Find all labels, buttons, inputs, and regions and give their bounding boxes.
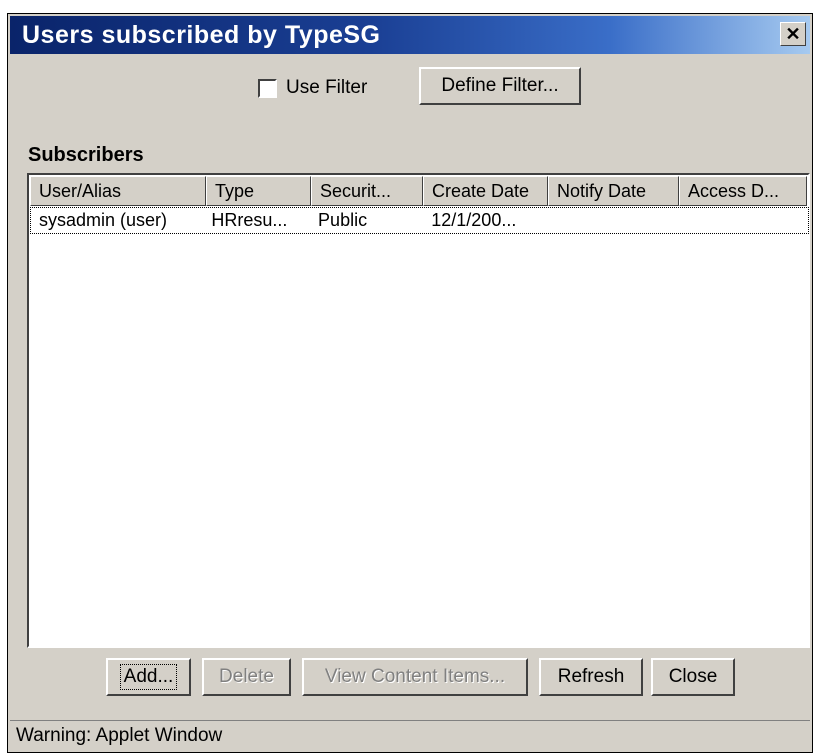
subscribers-section-label: Subscribers — [28, 144, 144, 166]
status-bar: Warning: Applet Window — [10, 720, 810, 750]
cell-user-alias: sysadmin (user) — [39, 210, 168, 230]
view-content-items-button[interactable]: View Content Items... — [302, 658, 528, 696]
define-filter-label: Define Filter... — [441, 75, 559, 96]
close-icon: ✕ — [785, 23, 801, 44]
column-header-access-date[interactable]: Access D... — [679, 176, 807, 206]
refresh-label: Refresh — [557, 666, 625, 687]
status-warning-text: Warning: Applet Window — [16, 724, 223, 746]
refresh-button[interactable]: Refresh — [539, 658, 643, 696]
define-filter-button[interactable]: Define Filter... — [419, 67, 581, 105]
cell-notify-date — [549, 208, 680, 233]
close-label: Close — [668, 666, 718, 687]
add-label: Add... — [119, 664, 178, 690]
add-button[interactable]: Add... — [106, 658, 191, 696]
applet-dialog-window: Users subscribed by TypeSG ✕ Use Filter … — [7, 13, 813, 753]
use-filter-checkbox-group[interactable]: Use Filter — [258, 77, 367, 99]
column-header-create-date[interactable]: Create Date — [423, 176, 548, 206]
cell-access-date — [680, 208, 808, 233]
cell-create-date: 12/1/200... — [431, 210, 517, 230]
title-bar[interactable]: Users subscribed by TypeSG ✕ — [10, 16, 810, 54]
cell-type: HRresu... — [211, 210, 288, 230]
column-header-type[interactable]: Type — [206, 176, 311, 206]
close-button[interactable]: Close — [651, 658, 735, 696]
use-filter-checkbox[interactable] — [258, 78, 277, 98]
delete-button[interactable]: Delete — [202, 658, 291, 696]
close-window-button[interactable]: ✕ — [780, 22, 806, 46]
column-header-security[interactable]: Securit... — [311, 176, 423, 206]
view-content-items-label: View Content Items... — [324, 666, 506, 687]
table-row[interactable]: sysadmin (user) HRresu... Public 12/1/20… — [30, 207, 809, 234]
column-header-notify-date[interactable]: Notify Date — [548, 176, 679, 206]
use-filter-label: Use Filter — [286, 77, 368, 98]
window-title: Users subscribed by TypeSG — [22, 21, 381, 49]
column-header-user-alias[interactable]: User/Alias — [30, 176, 206, 206]
cell-security: Public — [318, 210, 368, 230]
list-header: User/Alias Type Securit... Create Date N… — [30, 176, 807, 206]
subscribers-list[interactable]: User/Alias Type Securit... Create Date N… — [27, 173, 810, 648]
delete-label: Delete — [219, 666, 274, 687]
